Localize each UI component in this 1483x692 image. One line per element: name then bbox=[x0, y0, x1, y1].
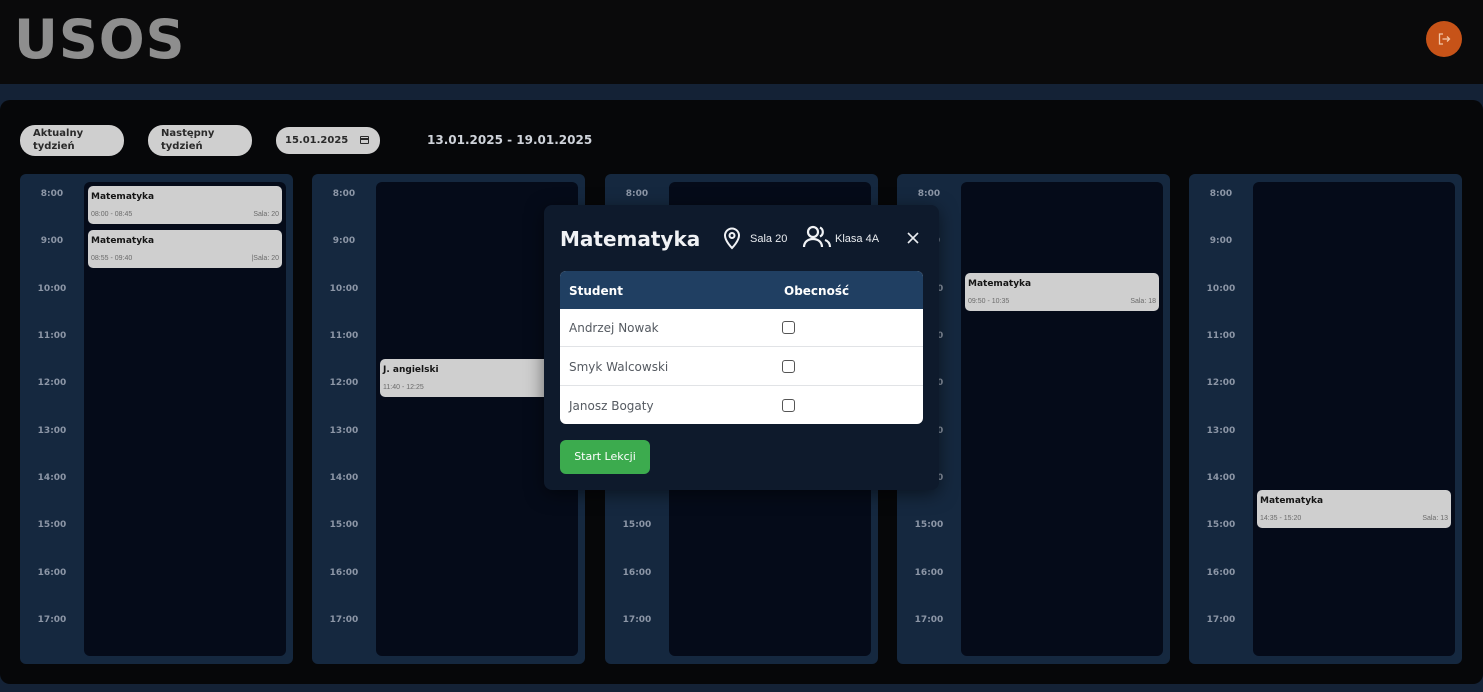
lesson-title: Matematyka bbox=[91, 192, 155, 202]
hour-label: 8:00 bbox=[332, 189, 356, 199]
date-picker-input[interactable]: 15.01.2025 bbox=[276, 127, 380, 154]
hour-label: 11:00 bbox=[1206, 331, 1236, 341]
lesson-card[interactable]: Matematyka 08:55 - 09:40 |Sala: 20 bbox=[88, 230, 282, 268]
logout-icon bbox=[1438, 33, 1451, 45]
column-header-student: Student bbox=[569, 284, 623, 298]
hour-label: 16:00 bbox=[329, 568, 359, 578]
hour-label: 15:00 bbox=[329, 520, 359, 530]
lesson-room: Sala: 18 bbox=[1130, 298, 1156, 305]
hour-label: 8:00 bbox=[1209, 189, 1233, 199]
hour-label: 17:00 bbox=[37, 615, 67, 625]
lesson-card[interactable]: Matematyka 09:50 - 10:35 Sala: 18 bbox=[965, 273, 1159, 311]
lesson-time: 14:35 - 15:20 bbox=[1260, 515, 1302, 522]
column-header-presence: Obecność bbox=[784, 284, 850, 298]
top-bar: USOS bbox=[0, 0, 1483, 84]
hour-label: 15:00 bbox=[914, 520, 944, 530]
lesson-room: Sala: 13 bbox=[1422, 515, 1448, 522]
hour-label: 14:00 bbox=[329, 473, 359, 483]
presence-checkbox[interactable] bbox=[782, 321, 795, 334]
next-week-button[interactable]: Następny tydzień bbox=[148, 125, 252, 156]
hour-label: 14:00 bbox=[1206, 473, 1236, 483]
student-name: Andrzej Nowak bbox=[569, 321, 659, 335]
lesson-card[interactable]: Matematyka 14:35 - 15:20 Sala: 13 bbox=[1257, 490, 1451, 528]
table-row: Janosz Bogaty bbox=[560, 387, 923, 424]
hour-label: 13:00 bbox=[1206, 426, 1236, 436]
hour-label: 14:00 bbox=[37, 473, 67, 483]
hour-label: 12:00 bbox=[329, 378, 359, 388]
close-icon[interactable] bbox=[904, 229, 922, 247]
modal-room: Sala 20 bbox=[750, 233, 788, 245]
start-lesson-button[interactable]: Start Lekcji bbox=[560, 440, 650, 474]
modal-class: Klasa 4A bbox=[835, 233, 880, 245]
current-week-button[interactable]: Aktualny tydzień bbox=[20, 125, 124, 156]
next-week-label-line2: tydzień bbox=[161, 141, 203, 152]
hour-label: 9:00 bbox=[40, 236, 64, 246]
table-row: Smyk Walcowski bbox=[560, 348, 923, 386]
next-week-label-line1: Następny bbox=[161, 128, 215, 139]
lesson-modal: Matematyka Sala 20 Klasa 4A Student Obec… bbox=[544, 205, 939, 490]
date-value: 15.01.2025 bbox=[285, 135, 349, 146]
lesson-title: Matematyka bbox=[91, 236, 155, 246]
day-slot-area bbox=[961, 182, 1163, 656]
lesson-time: 08:55 - 09:40 bbox=[91, 255, 133, 262]
week-range-label: 13.01.2025 - 19.01.2025 bbox=[427, 133, 593, 147]
hour-label: 12:00 bbox=[1206, 378, 1236, 388]
day-column: 8:00 9:00 10:00 11:00 12:00 13:00 14:00 15:00 16… bbox=[20, 174, 293, 664]
hour-label: 9:00 bbox=[1209, 236, 1233, 246]
modal-title: Matematyka bbox=[560, 227, 701, 251]
current-week-label-line1: Aktualny bbox=[33, 128, 84, 139]
lesson-room: |Sala: 20 bbox=[251, 255, 279, 262]
hour-label: 10:00 bbox=[1206, 284, 1236, 294]
hour-label: 16:00 bbox=[37, 568, 67, 578]
hour-label: 13:00 bbox=[37, 426, 67, 436]
hour-label: 8:00 bbox=[625, 189, 649, 199]
lesson-card[interactable]: Matematyka 08:00 - 08:45 Sala: 20 bbox=[88, 186, 282, 224]
app-logo: USOS bbox=[14, 8, 186, 71]
table-header: Student Obecność bbox=[560, 271, 923, 309]
lesson-time: 09:50 - 10:35 bbox=[968, 298, 1010, 305]
location-pin-icon bbox=[723, 227, 741, 250]
hour-label: 10:00 bbox=[329, 284, 359, 294]
student-name: Smyk Walcowski bbox=[569, 360, 669, 374]
hour-label: 10:00 bbox=[37, 284, 67, 294]
hour-label: 16:00 bbox=[914, 568, 944, 578]
day-slot-area bbox=[1253, 182, 1455, 656]
attendance-table: Student Obecność Andrzej Nowak Smyk Walc… bbox=[560, 271, 923, 424]
lesson-title: J. angielski bbox=[383, 365, 439, 375]
lesson-title: Matematyka bbox=[968, 279, 1032, 289]
hour-label: 8:00 bbox=[40, 189, 64, 199]
hour-label: 17:00 bbox=[914, 615, 944, 625]
table-row: Andrzej Nowak bbox=[560, 309, 923, 347]
logout-button[interactable] bbox=[1426, 21, 1462, 57]
hour-label: 15:00 bbox=[1206, 520, 1236, 530]
hour-label: 12:00 bbox=[37, 378, 67, 388]
lesson-time: 11:40 - 12:25 bbox=[383, 384, 424, 391]
hour-label: 17:00 bbox=[329, 615, 359, 625]
hour-label: 8:00 bbox=[917, 189, 941, 199]
hour-label: 13:00 bbox=[329, 426, 359, 436]
hour-label: 16:00 bbox=[1206, 568, 1236, 578]
lesson-title: Matematyka bbox=[1260, 496, 1324, 506]
hour-label: 15:00 bbox=[37, 520, 67, 530]
current-week-label-line2: tydzień bbox=[33, 141, 75, 152]
lesson-time: 08:00 - 08:45 bbox=[91, 211, 133, 218]
hour-label: 17:00 bbox=[622, 615, 652, 625]
hour-label: 9:00 bbox=[332, 236, 356, 246]
calendar-icon[interactable] bbox=[360, 136, 369, 144]
users-icon bbox=[802, 225, 832, 248]
hour-label: 17:00 bbox=[1206, 615, 1236, 625]
hour-label: 15:00 bbox=[622, 520, 652, 530]
day-column: 8:00 9:00 10:00 11:00 12:00 13:00 14:00 15:00 16… bbox=[1189, 174, 1462, 664]
presence-checkbox[interactable] bbox=[782, 360, 795, 373]
student-name: Janosz Bogaty bbox=[569, 399, 654, 413]
hour-label: 11:00 bbox=[329, 331, 359, 341]
presence-checkbox[interactable] bbox=[782, 399, 795, 412]
hour-label: 16:00 bbox=[622, 568, 652, 578]
lesson-room: Sala: 20 bbox=[253, 211, 279, 218]
hour-label: 11:00 bbox=[37, 331, 67, 341]
